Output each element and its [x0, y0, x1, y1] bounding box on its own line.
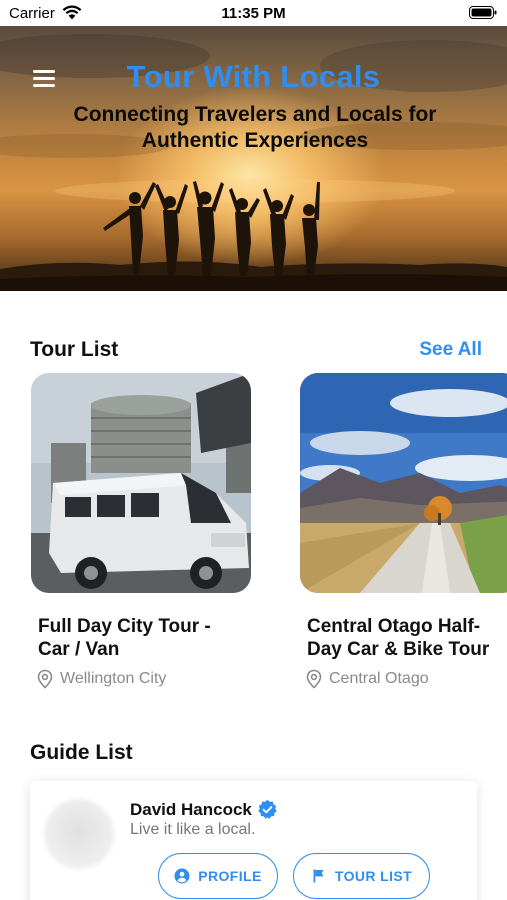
pin-icon: [37, 669, 53, 689]
tour-image: [300, 373, 507, 593]
guide-name-row: David Hancock: [130, 799, 278, 820]
tour-location-label: Central Otago: [329, 670, 429, 687]
app-title: Tour With Locals: [126, 59, 381, 94]
tour-name: Central Otago Half-Day Car & Bike Tour: [307, 616, 490, 660]
profile-button[interactable]: PROFILE: [158, 853, 278, 899]
tour-card[interactable]: Central Otago Half-Day Car & Bike Tour C…: [300, 373, 507, 689]
tour-list-title: Tour List: [30, 338, 119, 361]
hero-banner: Tour With Locals Connecting Travelers an…: [0, 26, 507, 291]
tour-list-button-label: TOUR LIST: [334, 868, 413, 884]
tour-location: Central Otago: [305, 669, 507, 689]
tour-location: Wellington City: [36, 669, 253, 689]
battery-icon: [469, 6, 497, 19]
tour-card[interactable]: Full Day City Tour - Car / Van Wellingto…: [31, 373, 253, 689]
see-all-link[interactable]: See All: [419, 339, 482, 361]
guide-name: David Hancock: [130, 799, 252, 819]
status-time: 11:35 PM: [221, 5, 286, 22]
profile-button-label: PROFILE: [198, 868, 262, 884]
app-subtitle: Connecting Travelers and Locals for Auth…: [73, 103, 437, 152]
avatar: [44, 799, 114, 869]
road-landscape-photo: [300, 373, 507, 593]
tour-name: Full Day City Tour - Car / Van: [38, 616, 211, 660]
status-bar: Carrier 11:35 PM: [0, 0, 507, 26]
tour-location-label: Wellington City: [60, 670, 167, 687]
van-photo: [31, 373, 251, 593]
flag-icon: [313, 869, 324, 883]
people-silhouette: [103, 181, 320, 276]
guide-tagline: Live it like a local.: [130, 821, 256, 838]
tour-image: [31, 373, 251, 593]
profile-icon: [174, 868, 190, 884]
pin-icon: [306, 669, 322, 689]
guide-list-title: Guide List: [30, 741, 133, 764]
verified-icon: [258, 799, 277, 819]
tour-list-button[interactable]: TOUR LIST: [293, 853, 430, 899]
guide-card[interactable]: David Hancock Live it like a local. PROF…: [30, 781, 477, 900]
